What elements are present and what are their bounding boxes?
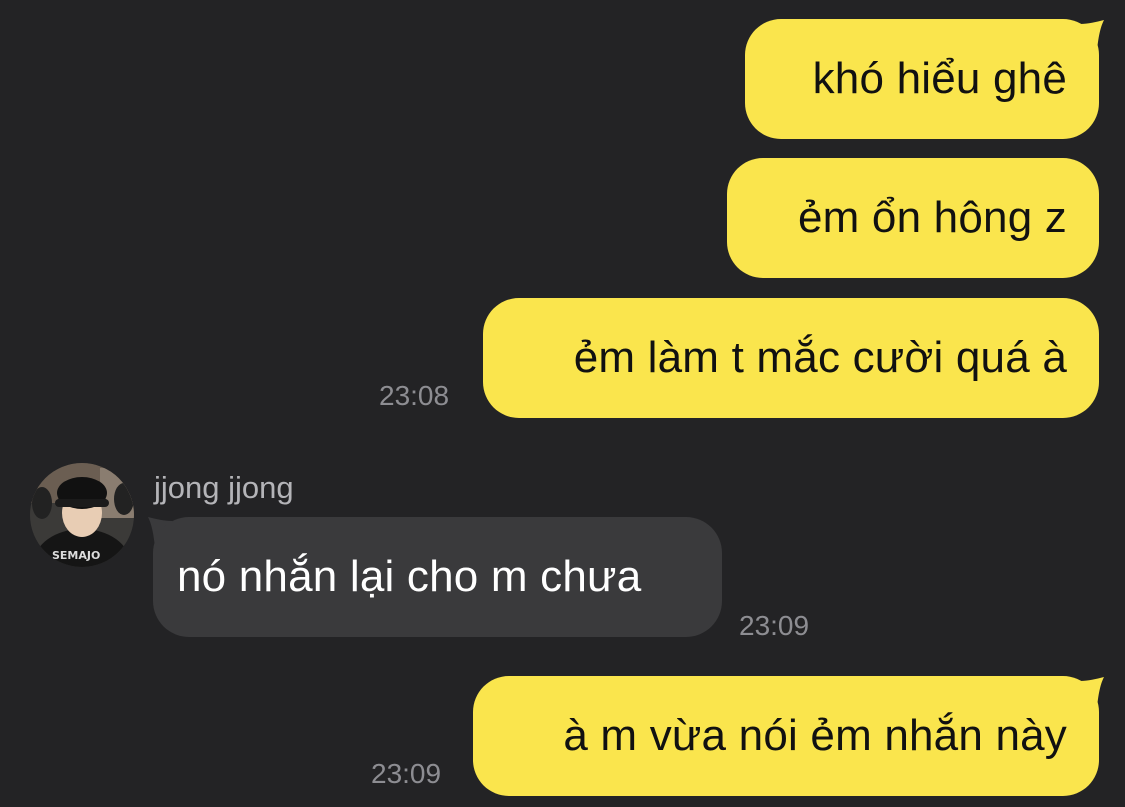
message-text: à m vừa nói ẻm nhắn này: [563, 711, 1067, 760]
bubble-tail-icon: [1080, 20, 1104, 60]
message-timestamp: 23:09: [371, 758, 442, 789]
avatar[interactable]: SEMAJO: [30, 463, 134, 567]
avatar-photo-icon: SEMAJO: [30, 463, 134, 567]
message-timestamp: 23:08: [379, 380, 450, 411]
svg-text:SEMAJO: SEMAJO: [52, 549, 100, 562]
message-timestamp: 23:09: [739, 610, 810, 641]
outgoing-message-bubble[interactable]: ẻm làm t mắc cười quá à: [483, 298, 1099, 418]
incoming-message-bubble[interactable]: nó nhắn lại cho m chưa: [153, 517, 722, 637]
message-text: ẻm làm t mắc cười quá à: [573, 333, 1067, 382]
message-text: ẻm ổn hông z: [797, 193, 1067, 242]
bubble-tail-icon: [1080, 677, 1104, 717]
outgoing-message-bubble[interactable]: à m vừa nói ẻm nhắn này: [473, 676, 1099, 796]
message-text: nó nhắn lại cho m chưa: [177, 552, 642, 601]
message-text: khó hiểu ghê: [812, 54, 1067, 103]
sender-name: jjong jjong: [154, 470, 294, 505]
outgoing-message-bubble[interactable]: ẻm ổn hông z: [727, 158, 1099, 278]
outgoing-message-bubble[interactable]: khó hiểu ghê: [745, 19, 1099, 139]
